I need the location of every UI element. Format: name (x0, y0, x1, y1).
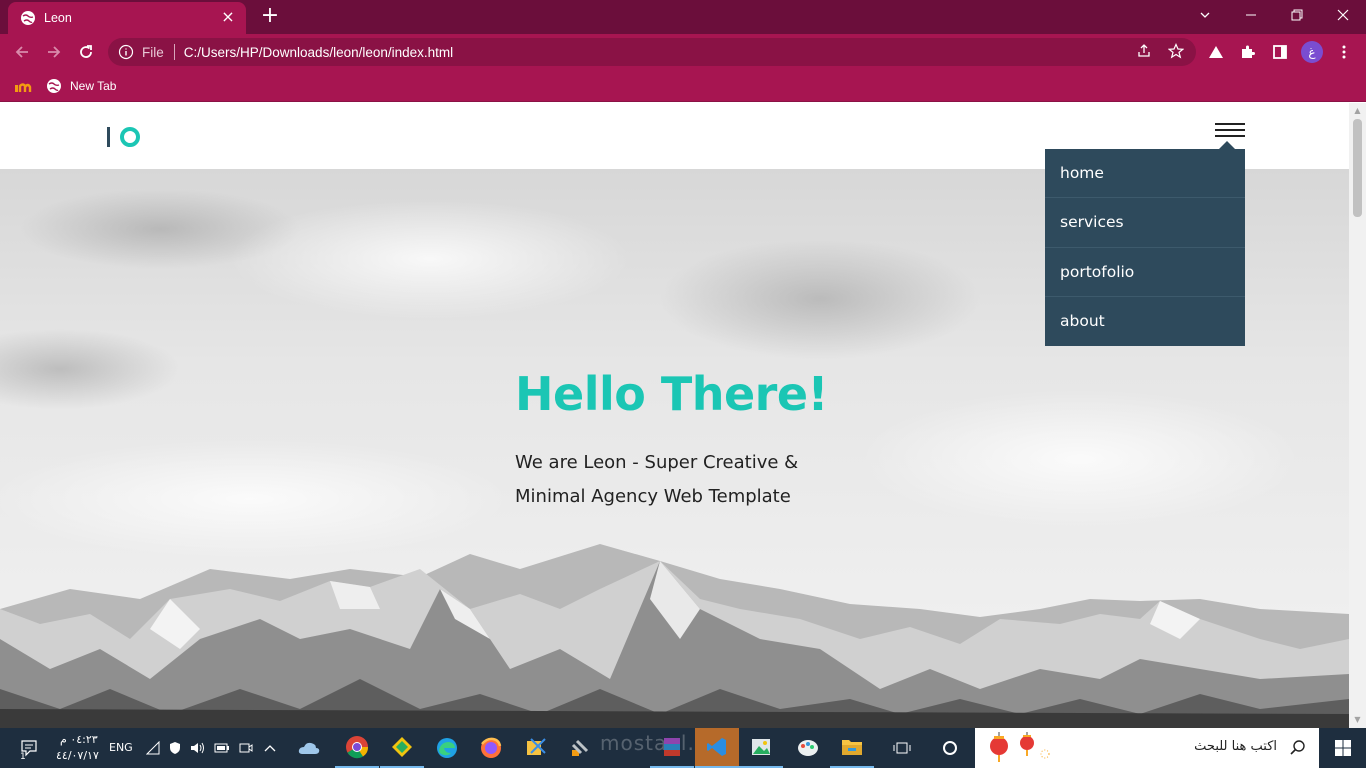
search-placeholder: اكتب هنا للبحث (1194, 739, 1277, 754)
menu-kebab-icon[interactable] (1332, 40, 1356, 64)
back-button[interactable] (10, 40, 34, 64)
bookmark-star-icon[interactable] (1165, 40, 1187, 62)
extensions-puzzle-icon[interactable] (1236, 40, 1260, 64)
info-icon[interactable] (118, 44, 134, 60)
taskbar: 1 ٠٤:٢٣ م ٤٤/٠٧/١٧ ENG mostaql.com (0, 728, 1366, 768)
arrow-left-icon (15, 46, 28, 58)
profile-button[interactable]: غ (1300, 40, 1324, 64)
meet-now-icon[interactable] (234, 728, 258, 768)
reload-icon (80, 45, 92, 58)
url-separator (173, 44, 175, 60)
vscode-app-icon[interactable] (695, 728, 739, 768)
taskbar-search-box[interactable]: اكتب هنا للبحث (975, 728, 1319, 768)
scroll-up-icon[interactable]: ▲ (1353, 106, 1362, 115)
snipping-tool-icon[interactable] (514, 728, 558, 768)
task-view-icon[interactable] (880, 728, 924, 768)
side-panel-icon[interactable] (1268, 40, 1292, 64)
close-tab-icon[interactable]: × (220, 9, 236, 26)
tab-title: Leon (44, 11, 72, 25)
volume-icon[interactable] (186, 728, 210, 768)
logo-ring (120, 127, 140, 147)
tab-leon[interactable]: Leon × (8, 2, 246, 34)
sourcetree-app-icon[interactable] (380, 728, 424, 768)
address-bar[interactable]: File C:/Users/HP/Downloads/leon/leon/ind… (108, 38, 1196, 66)
battery-icon[interactable] (210, 728, 234, 768)
url-scheme: File (142, 44, 164, 60)
notifications-icon[interactable] (12, 728, 46, 768)
bookmark-label: New Tab (70, 79, 117, 93)
lantern-decoration-icon (990, 732, 1050, 762)
restore-button[interactable] (1274, 0, 1320, 30)
page-viewport: Hello There! We are Leon - Super Creativ… (0, 103, 1349, 728)
globe-icon (47, 79, 61, 93)
hero-title: Hello There! (515, 367, 829, 421)
clock-time[interactable]: ٠٤:٢٣ م (60, 733, 98, 746)
onedrive-cloud-icon[interactable] (287, 728, 331, 768)
nav-item-about[interactable]: about (1045, 297, 1245, 346)
bookmark-new-tab[interactable]: New Tab (46, 76, 116, 96)
edge-app-icon[interactable] (425, 728, 469, 768)
nav-dropdown-menu: home services portofolio about (1045, 141, 1245, 346)
chevron-up-icon[interactable] (258, 728, 282, 768)
file-explorer-icon[interactable] (830, 728, 874, 768)
browser-toolbar: File C:/Users/HP/Downloads/leon/leon/ind… (0, 34, 1366, 70)
arrow-right-icon (48, 46, 61, 58)
nav-item-home[interactable]: home (1045, 149, 1245, 199)
hero-subtitle: We are Leon - Super Creative & Minimal A… (515, 452, 799, 507)
bookmarks-bar: New Tab (0, 70, 1366, 102)
input-language[interactable]: ENG (109, 741, 133, 754)
reload-button[interactable] (74, 40, 98, 64)
bookmark-m-icon[interactable] (14, 76, 32, 96)
nav-item-portofolio[interactable]: portofolio (1045, 248, 1245, 297)
url-text[interactable]: C:/Users/HP/Downloads/leon/leon/index.ht… (184, 45, 453, 60)
tab-search-icon[interactable] (1182, 0, 1228, 30)
start-windows-icon[interactable] (1320, 728, 1366, 768)
hamburger-menu-icon[interactable] (1215, 123, 1245, 143)
new-tab-button[interactable]: + (258, 5, 282, 28)
menu-caret (1219, 141, 1235, 149)
close-window-button[interactable] (1320, 0, 1366, 30)
clock-date[interactable]: ٤٤/٠٧/١٧ (56, 749, 99, 762)
paint-app-icon[interactable] (786, 728, 830, 768)
logo-bar (107, 127, 110, 147)
tools-app-icon[interactable] (558, 728, 602, 768)
notification-count: 1 (20, 752, 26, 762)
site-logo[interactable] (107, 125, 140, 149)
share-icon[interactable] (1133, 40, 1155, 62)
shield-icon[interactable] (164, 728, 186, 768)
photos-app-icon[interactable] (739, 728, 783, 768)
winrar-app-icon[interactable] (650, 728, 694, 768)
firefox-app-icon[interactable] (469, 728, 513, 768)
scroll-down-icon[interactable]: ▼ (1353, 715, 1362, 724)
page-scrollbar[interactable]: ▲ ▼ (1349, 103, 1366, 728)
search-icon (1290, 740, 1305, 755)
cortana-circle-icon[interactable] (928, 728, 972, 768)
tab-strip: Leon × + (0, 0, 1366, 34)
avatar: غ (1301, 41, 1323, 63)
forward-button[interactable] (42, 40, 66, 64)
minimize-button[interactable] (1228, 0, 1274, 30)
extension-triangle-icon[interactable] (1204, 40, 1228, 64)
scrollbar-thumb[interactable] (1353, 119, 1362, 217)
wifi-icon[interactable] (142, 728, 164, 768)
globe-icon (21, 11, 35, 25)
chrome-app-icon[interactable] (335, 728, 379, 768)
nav-item-services[interactable]: services (1045, 198, 1245, 248)
